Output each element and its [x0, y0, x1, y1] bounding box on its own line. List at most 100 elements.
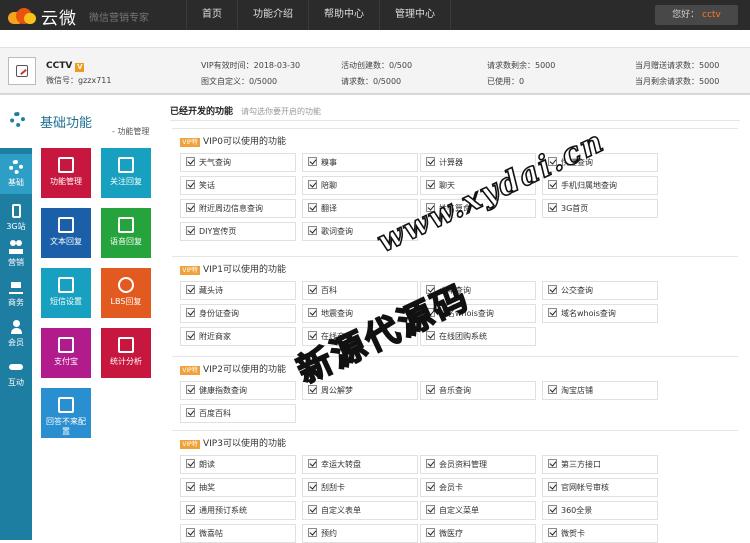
checkbox-checked-icon[interactable] — [426, 157, 435, 166]
checkbox-checked-icon[interactable] — [308, 505, 317, 514]
category-3g-site[interactable]: 3G站 — [0, 198, 32, 238]
message-icon — [58, 277, 74, 293]
checkbox-checked-icon[interactable] — [548, 528, 557, 537]
tile-3[interactable]: 语音回复 — [101, 208, 151, 258]
feature-checkbox[interactable]: 自定义菜单 — [420, 501, 536, 520]
feature-checkbox[interactable]: 百度百科 — [180, 404, 296, 423]
checkbox-checked-icon[interactable] — [548, 308, 557, 317]
checkbox-checked-icon[interactable] — [186, 308, 195, 317]
feature-checkbox[interactable]: 微医疗 — [420, 524, 536, 543]
checkbox-checked-icon[interactable] — [186, 203, 195, 212]
checkbox-checked-icon[interactable] — [186, 331, 195, 340]
feature-checkbox[interactable]: 3G首页 — [542, 199, 658, 218]
feature-checkbox[interactable]: 通用预订系统 — [180, 501, 296, 520]
greeting-prefix: 您好： — [672, 10, 700, 20]
checkbox-checked-icon[interactable] — [426, 505, 435, 514]
tile-8[interactable]: 回答不来配置 — [41, 388, 91, 438]
feature-checkbox[interactable]: 抽奖 — [180, 478, 296, 497]
checkbox-checked-icon[interactable] — [426, 459, 435, 468]
category-member[interactable]: 会员 — [0, 314, 32, 354]
nav-help[interactable]: 帮助中心 — [308, 0, 379, 30]
feature-checkbox[interactable]: 音乐查询 — [420, 381, 536, 400]
feature-label: 陪聊 — [321, 181, 337, 190]
logo[interactable]: 云微 微信营销专家 — [8, 5, 149, 29]
checkbox-checked-icon[interactable] — [186, 157, 195, 166]
feature-checkbox[interactable]: 公交查询 — [542, 281, 658, 300]
tile-6[interactable]: 支付宝 — [41, 328, 91, 378]
tile-4[interactable]: 短信设置 — [41, 268, 91, 318]
feature-checkbox[interactable]: 自定义表单 — [302, 501, 418, 520]
feature-checkbox[interactable]: 朗读 — [180, 455, 296, 474]
checkbox-checked-icon[interactable] — [548, 459, 557, 468]
feature-checkbox[interactable]: 第三方接口 — [542, 455, 658, 474]
section-title-text: VIP0可以使用的功能 — [203, 137, 286, 147]
checkbox-checked-icon[interactable] — [308, 180, 317, 189]
category-marketing[interactable]: 营销 — [0, 234, 32, 274]
feature-checkbox[interactable]: 陪聊 — [302, 176, 418, 195]
tile-5[interactable]: LBS回复 — [101, 268, 151, 318]
checkbox-checked-icon[interactable] — [426, 482, 435, 491]
checkbox-checked-icon[interactable] — [186, 180, 195, 189]
account-name: CCTV — [46, 61, 73, 71]
checkbox-checked-icon[interactable] — [186, 505, 195, 514]
feature-checkbox[interactable]: 健康指数查询 — [180, 381, 296, 400]
feature-checkbox[interactable]: 官网帐号审核 — [542, 478, 658, 497]
checkbox-checked-icon[interactable] — [426, 528, 435, 537]
feature-checkbox[interactable]: 淘宝店铺 — [542, 381, 658, 400]
checkbox-checked-icon[interactable] — [308, 226, 317, 235]
checkbox-checked-icon[interactable] — [308, 482, 317, 491]
checkbox-checked-icon[interactable] — [426, 180, 435, 189]
checkbox-checked-icon[interactable] — [186, 408, 195, 417]
feature-checkbox[interactable]: 幸运大转盘 — [302, 455, 418, 474]
checkbox-checked-icon[interactable] — [548, 505, 557, 514]
feature-checkbox[interactable]: 预约 — [302, 524, 418, 543]
checkbox-checked-icon[interactable] — [308, 203, 317, 212]
checkbox-checked-icon[interactable] — [308, 285, 317, 294]
category-business[interactable]: 商务 — [0, 274, 32, 314]
checkbox-checked-icon[interactable] — [308, 459, 317, 468]
feature-checkbox[interactable]: 天气查询 — [180, 153, 296, 172]
checkbox-checked-icon[interactable] — [548, 203, 557, 212]
checkbox-checked-icon[interactable] — [548, 482, 557, 491]
nav-home[interactable]: 首页 — [186, 0, 237, 30]
category-interaction[interactable]: 互动 — [0, 354, 32, 394]
feature-checkbox[interactable]: 会员卡 — [420, 478, 536, 497]
feature-checkbox[interactable]: 糗事 — [302, 153, 418, 172]
feature-checkbox[interactable]: 微贺卡 — [542, 524, 658, 543]
checkbox-checked-icon[interactable] — [186, 482, 195, 491]
checkbox-checked-icon[interactable] — [548, 385, 557, 394]
feature-checkbox[interactable]: 附近周边信息查询 — [180, 199, 296, 218]
checkbox-checked-icon[interactable] — [186, 528, 195, 537]
feature-checkbox[interactable]: 微喜帖 — [180, 524, 296, 543]
feature-checkbox[interactable]: 笑话 — [180, 176, 296, 195]
feature-label: 百度百科 — [199, 409, 231, 418]
feature-label: 手机归属地查询 — [561, 181, 617, 190]
feature-checkbox[interactable]: 藏头诗 — [180, 281, 296, 300]
feature-label: 微喜帖 — [199, 529, 223, 538]
feature-checkbox[interactable]: 360全景 — [542, 501, 658, 520]
tile-7[interactable]: 统计分析 — [101, 328, 151, 378]
checkbox-checked-icon[interactable] — [186, 385, 195, 394]
nav-features[interactable]: 功能介绍 — [237, 0, 308, 30]
checkbox-checked-icon[interactable] — [426, 385, 435, 394]
checkbox-checked-icon[interactable] — [308, 308, 317, 317]
feature-checkbox[interactable]: DIY宣传页 — [180, 222, 296, 241]
checkbox-checked-icon[interactable] — [548, 285, 557, 294]
category-basic[interactable]: 基础 — [0, 154, 32, 194]
checkbox-checked-icon[interactable] — [186, 285, 195, 294]
section-title-text: VIP2可以使用的功能 — [203, 365, 286, 375]
tile-0[interactable]: 功能管理 — [41, 148, 91, 198]
feature-checkbox[interactable]: 附近商家 — [180, 327, 296, 346]
tile-1[interactable]: 关注回复 — [101, 148, 151, 198]
checkbox-checked-icon[interactable] — [186, 226, 195, 235]
feature-checkbox[interactable]: 会员资料管理 — [420, 455, 536, 474]
tile-2[interactable]: 文本回复 — [41, 208, 91, 258]
nav-admin[interactable]: 管理中心 — [379, 0, 451, 30]
user-greeting[interactable]: 您好： cctv — [655, 5, 738, 25]
feature-checkbox[interactable]: 域名whois查询 — [542, 304, 658, 323]
feature-checkbox[interactable]: 刮刮卡 — [302, 478, 418, 497]
checkbox-checked-icon[interactable] — [186, 459, 195, 468]
checkbox-checked-icon[interactable] — [308, 528, 317, 537]
checkbox-checked-icon[interactable] — [308, 157, 317, 166]
feature-checkbox[interactable]: 身份证查询 — [180, 304, 296, 323]
